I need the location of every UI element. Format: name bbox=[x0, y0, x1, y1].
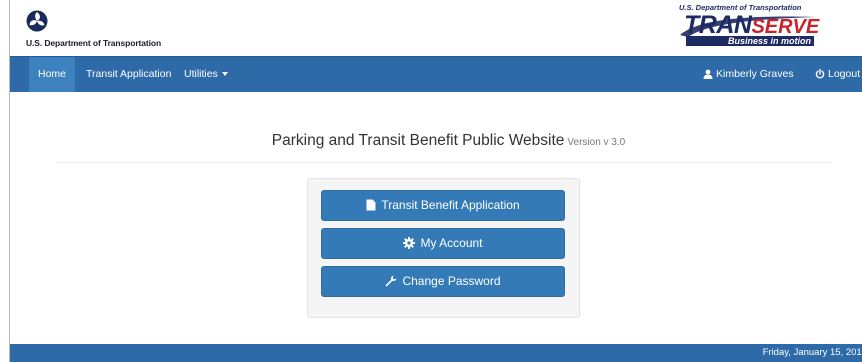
wrench-icon bbox=[386, 275, 397, 287]
dot-agency-name: U.S. Department of Transportation bbox=[26, 38, 162, 48]
nav-transit-application[interactable]: Transit Application bbox=[86, 57, 171, 92]
logout-label: Logout bbox=[828, 68, 861, 80]
page-title-row: Parking and Transit Benefit Public Websi… bbox=[22, 132, 862, 150]
site-header: U.S. Department of Transportation U.S. D… bbox=[10, 0, 862, 56]
gear-icon bbox=[403, 236, 416, 249]
actions-panel: Transit Benefit Application My Account C… bbox=[307, 178, 580, 318]
transerve-tran: TRAN bbox=[684, 11, 752, 39]
transerve-serve: SERVE bbox=[751, 16, 820, 38]
change-password-button[interactable]: Change Password bbox=[321, 266, 565, 297]
main-navbar: Home Transit Application Utilities Kimbe… bbox=[10, 56, 862, 92]
my-account-label: My Account bbox=[420, 236, 483, 250]
dot-triskelion-logo-icon bbox=[26, 10, 48, 32]
power-icon bbox=[815, 69, 825, 79]
change-password-label: Change Password bbox=[402, 274, 501, 288]
transit-benefit-application-label: Transit Benefit Application bbox=[381, 198, 520, 212]
nav-user-profile[interactable]: Kimberly Graves bbox=[703, 57, 794, 92]
transerve-tagline: Business in motion bbox=[728, 36, 812, 46]
transit-benefit-application-button[interactable]: Transit Benefit Application bbox=[321, 190, 565, 221]
footer-date: Friday, January 15, 2016 bbox=[762, 347, 862, 358]
user-name: Kimberly Graves bbox=[716, 68, 794, 80]
user-icon bbox=[703, 69, 713, 80]
site-footer: Friday, January 15, 2016 bbox=[10, 344, 862, 362]
my-account-button[interactable]: My Account bbox=[321, 228, 565, 259]
page-title: Parking and Transit Benefit Public Websi… bbox=[271, 132, 565, 149]
transerve-logo: U.S. Department of Transportation TRANSE… bbox=[678, 3, 858, 53]
nav-logout[interactable]: Logout bbox=[815, 57, 860, 92]
caret-down-icon bbox=[221, 72, 228, 77]
file-icon bbox=[366, 199, 376, 211]
nav-utilities-dropdown[interactable]: Utilities bbox=[184, 57, 228, 92]
title-divider bbox=[56, 162, 830, 163]
nav-utilities-label: Utilities bbox=[184, 68, 218, 80]
app-frame: U.S. Department of Transportation U.S. D… bbox=[9, 0, 862, 362]
nav-home[interactable]: Home bbox=[29, 57, 75, 92]
version-label: Version v 3.0 bbox=[567, 137, 626, 148]
